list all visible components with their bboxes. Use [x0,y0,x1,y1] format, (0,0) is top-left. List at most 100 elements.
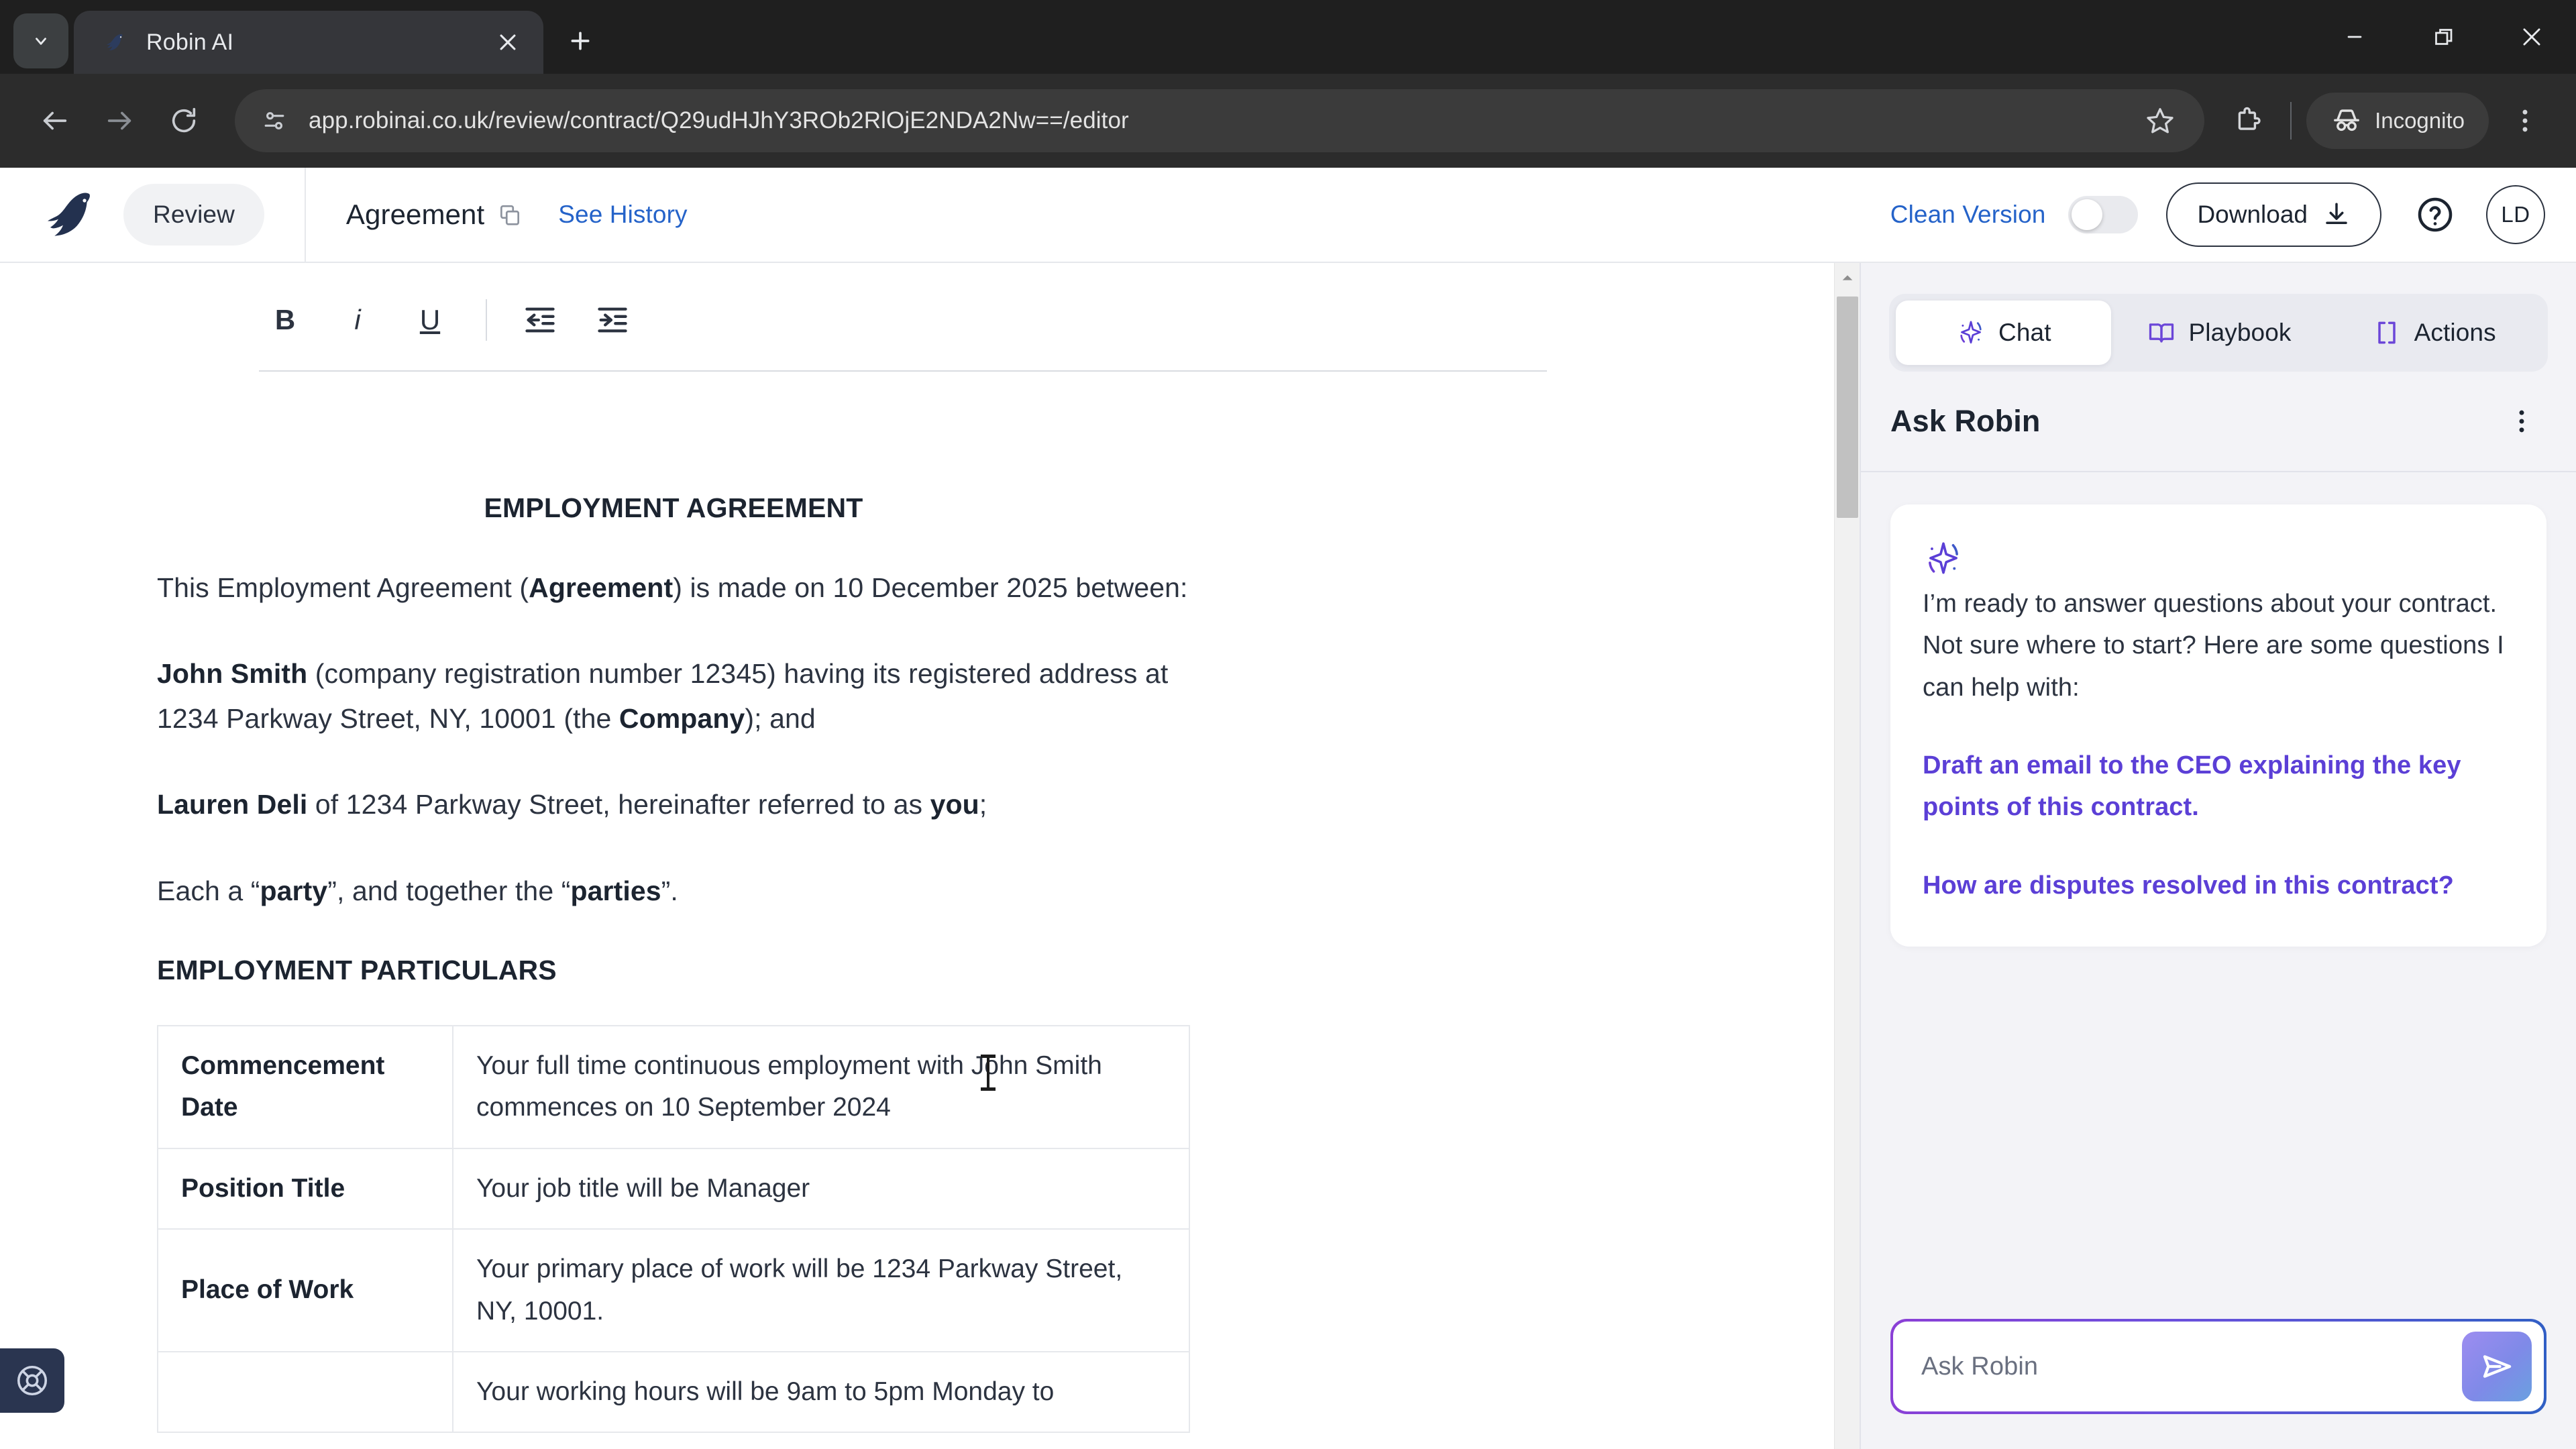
employee-b: of 1234 Parkway Street, hereinafter refe… [307,789,930,820]
tab-chat-label: Chat [1998,319,2051,346]
restore-icon [2435,29,2453,45]
table-cell-value: Your primary place of work will be 1234 … [452,1228,1190,1352]
avatar-initials: LD [2501,202,2530,227]
document-subheading: EMPLOYMENT PARTICULARS [157,955,557,986]
tab-close-button[interactable] [492,27,523,58]
table-cell-key [157,1350,453,1434]
employee-d: ; [979,789,987,820]
star-icon [2147,108,2174,133]
new-tab-button[interactable] [555,16,605,66]
table-row[interactable]: Place of Work Your primary place of work… [157,1228,1190,1352]
chevron-up-icon [1842,275,1852,280]
book-icon [2146,317,2177,348]
back-button[interactable] [23,89,87,153]
toolbar-divider [2290,102,2292,140]
reload-icon [172,107,196,133]
review-button[interactable]: Review [123,184,264,246]
clean-version-toggle[interactable] [2068,196,2139,233]
parties-c: ”, and together the “ [327,875,571,906]
incognito-indicator[interactable]: Incognito [2306,93,2489,149]
browser-tab[interactable]: Robin AI [74,11,543,74]
app-logo[interactable] [23,189,107,241]
send-button[interactable] [2462,1332,2532,1401]
help-button[interactable] [2404,184,2466,246]
kebab-menu-icon [2522,109,2528,132]
avatar[interactable]: LD [2486,185,2545,244]
chat-input-inner[interactable]: Ask Robin [1893,1322,2544,1411]
tab-search-button[interactable] [13,13,68,68]
app-body: B i U EMPLOYMENT AGREEMENT This Employme… [0,263,2576,1449]
document-scroll-area[interactable]: EMPLOYMENT AGREEMENT This Employment Agr… [0,372,1834,1449]
tab-actions-label: Actions [2414,319,2496,346]
browser-tab-title: Robin AI [146,29,234,55]
underline-label: U [419,304,441,335]
scroll-up-button[interactable] [1835,263,1860,292]
table-row[interactable]: Your working hours will be 9am to 5pm Mo… [157,1350,1190,1434]
tab-chat[interactable]: Chat [1896,301,2111,365]
close-icon [500,34,516,50]
close-window-button[interactable] [2487,0,2576,74]
clean-version-label[interactable]: Clean Version [1890,201,2046,229]
extensions-puzzle-icon [2238,107,2261,130]
send-icon [2483,1355,2512,1378]
document-title-group[interactable]: Agreement [346,199,523,231]
robin-bird-favicon [106,34,123,51]
underline-button[interactable]: U [404,294,456,346]
sparkle-icon [1923,542,1964,582]
support-button[interactable] [0,1348,64,1413]
suggested-question-2[interactable]: How are disputes resolved in this contra… [1923,865,2514,906]
document-heading: EMPLOYMENT AGREEMENT [484,492,863,523]
table-cell-key: Place of Work [157,1228,453,1352]
document-paragraph-employee: Lauren Deli of 1234 Parkway Street, here… [157,782,1190,826]
extensions-button[interactable] [2219,93,2275,149]
plus-icon [571,32,590,50]
forward-button[interactable] [87,89,152,153]
browser-toolbar: app.robinai.co.uk/review/contract/Q29udH… [0,74,2576,168]
kebab-menu-icon [2519,410,2524,433]
indent-icon [598,307,627,333]
browser-menu-button[interactable] [2497,93,2553,149]
bold-button[interactable]: B [259,294,311,346]
parties-term2: parties [570,875,661,906]
minimize-icon [2347,36,2362,38]
document-scrollbar[interactable] [1834,263,1860,1449]
chat-input[interactable]: Ask Robin [1921,1352,2462,1381]
arrow-back-icon [43,111,67,130]
intro-a: This Employment Agreement ( [157,572,529,603]
table-cell-key: Position Title [157,1147,453,1230]
download-button[interactable]: Download [2166,182,2381,247]
chat-tab-bar: Chat Playbook Actions [1889,294,2548,372]
document-paragraph-parties: Each a “party”, and together the “partie… [157,869,1190,913]
scrollbar-thumb[interactable] [1837,297,1858,518]
assistant-greeting-line2: Not sure where to start? Here are some q… [1923,631,2504,702]
download-icon [2326,203,2347,224]
table-row[interactable]: Position Title Your job title will be Ma… [157,1147,1190,1230]
site-settings-icon[interactable] [258,104,291,138]
life-ring-icon [17,1365,48,1396]
parties-e: ”. [661,875,678,906]
minimize-button[interactable] [2310,0,2399,74]
company-d: ); and [745,702,816,734]
parties-a: Each a “ [157,875,260,906]
tab-actions[interactable]: Actions [2326,301,2541,365]
reload-button[interactable] [152,89,216,153]
maximize-restore-button[interactable] [2399,0,2487,74]
assistant-greeting-line1: I’m ready to answer questions about your… [1923,590,2498,618]
tab-playbook[interactable]: Playbook [2111,301,2326,365]
document-page[interactable]: EMPLOYMENT AGREEMENT This Employment Agr… [0,372,1834,1434]
bookmark-button[interactable] [2136,97,2184,145]
indent-button[interactable] [586,294,639,346]
outdent-button[interactable] [514,294,566,346]
chat-composer: Ask Robin [1861,1319,2576,1449]
table-row[interactable]: Commencement Date Your full time continu… [157,1025,1190,1149]
chat-input-container[interactable]: Ask Robin [1890,1319,2546,1414]
italic-button[interactable]: i [331,294,384,346]
sparkle-icon [1955,317,1986,348]
browser-tab-strip: Robin AI [0,0,2576,74]
see-history-link[interactable]: See History [558,201,687,229]
suggested-question-1[interactable]: Draft an email to the CEO explaining the… [1923,745,2514,828]
copy-icon[interactable] [496,201,523,228]
editor-format-toolbar: B i U [0,263,1834,346]
address-bar[interactable]: app.robinai.co.uk/review/contract/Q29udH… [235,89,2205,152]
chat-more-button[interactable] [2497,396,2546,446]
